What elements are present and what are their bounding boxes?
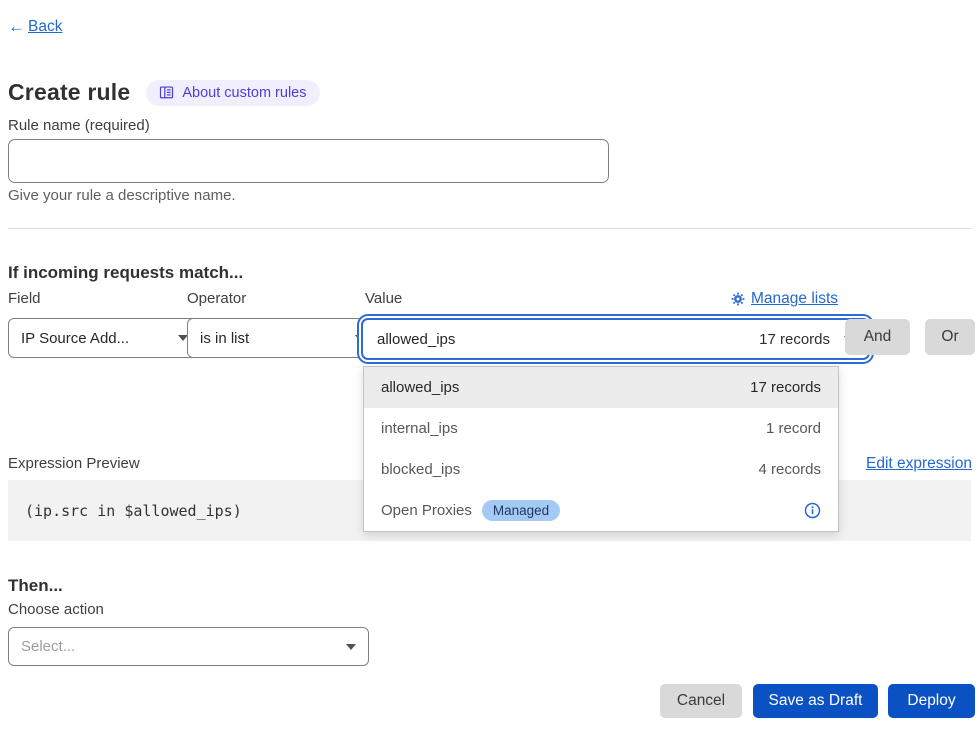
list-option-record-count: 17 records [750, 379, 821, 396]
and-button[interactable]: And [845, 319, 910, 355]
deploy-button[interactable]: Deploy [888, 684, 975, 718]
operator-select[interactable]: is in list [187, 318, 378, 358]
list-option-name: blocked_ips [381, 461, 460, 478]
chevron-down-icon [346, 644, 356, 650]
operator-label: Operator [187, 290, 246, 307]
title-row: Create rule About custom rules [8, 64, 320, 122]
gear-icon [731, 292, 745, 306]
rule-name-label: Rule name (required) [8, 117, 150, 134]
rule-name-input[interactable] [8, 139, 609, 183]
manage-lists-label: Manage lists [751, 290, 838, 308]
match-section-heading: If incoming requests match... [8, 263, 243, 283]
rule-name-helper-text: Give your rule a descriptive name. [8, 187, 236, 204]
list-option-allowed-ips[interactable]: allowed_ips 17 records [364, 367, 838, 408]
list-option-name: allowed_ips [381, 379, 459, 396]
field-select-value: IP Source Add... [21, 330, 129, 347]
list-option-open-proxies[interactable]: Open Proxies Managed [364, 490, 838, 531]
list-option-record-count: 1 record [766, 420, 821, 437]
book-icon [159, 85, 174, 100]
field-select[interactable]: IP Source Add... [8, 318, 201, 358]
list-option-blocked-ips[interactable]: blocked_ips 4 records [364, 449, 838, 490]
list-option-record-count: 4 records [758, 461, 821, 478]
list-dropdown-panel: allowed_ips 17 records internal_ips 1 re… [363, 366, 839, 532]
action-select-placeholder: Select... [21, 638, 75, 655]
value-select-record-count: 17 records [759, 331, 830, 348]
cancel-button[interactable]: Cancel [660, 684, 742, 718]
then-section-heading: Then... [8, 576, 63, 596]
list-option-internal-ips[interactable]: internal_ips 1 record [364, 408, 838, 449]
edit-expression-link[interactable]: Edit expression [866, 455, 972, 473]
list-option-name: Open Proxies [381, 502, 472, 519]
page-title: Create rule [8, 79, 130, 106]
field-label: Field [8, 290, 41, 307]
value-select-value: allowed_ips [377, 331, 455, 348]
about-custom-rules-label: About custom rules [182, 85, 306, 101]
action-select[interactable]: Select... [8, 627, 369, 666]
operator-select-value: is in list [200, 330, 249, 347]
expression-code-text: (ip.src in $allowed_ips) [25, 502, 242, 520]
value-label: Value [365, 290, 402, 307]
section-divider [8, 228, 971, 229]
info-icon[interactable] [804, 502, 821, 519]
back-arrow-icon: ← [8, 17, 25, 37]
or-button[interactable]: Or [925, 319, 975, 355]
create-rule-page: ← Back Create rule About custom rules Ru… [0, 0, 979, 739]
about-custom-rules-link[interactable]: About custom rules [146, 80, 319, 106]
back-link[interactable]: ← Back [8, 17, 62, 37]
manage-lists-link[interactable]: Manage lists [731, 290, 838, 308]
choose-action-label: Choose action [8, 601, 104, 618]
managed-badge: Managed [482, 500, 560, 521]
list-option-name: internal_ips [381, 420, 458, 437]
value-select[interactable]: allowed_ips 17 records [361, 318, 870, 360]
save-as-draft-button[interactable]: Save as Draft [753, 684, 878, 718]
expression-preview-label: Expression Preview [8, 455, 140, 472]
